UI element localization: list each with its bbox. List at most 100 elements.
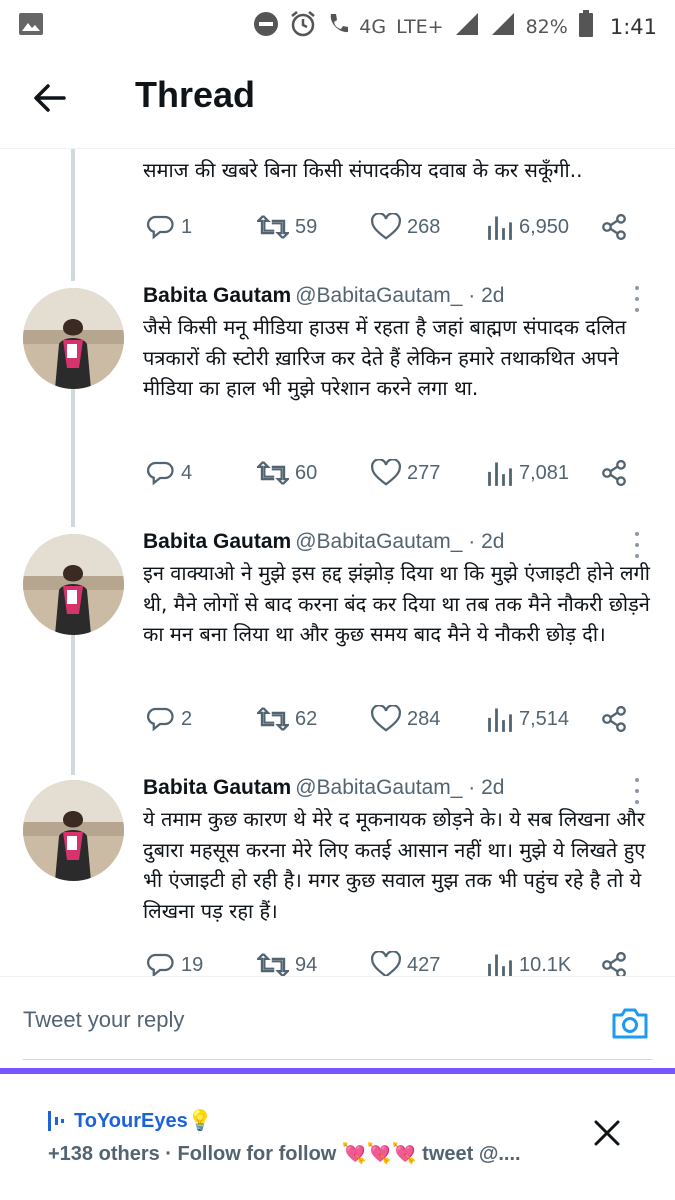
share-button[interactable] xyxy=(600,702,628,736)
avatar[interactable] xyxy=(23,534,124,635)
heart-icon xyxy=(371,213,401,240)
reply-button[interactable]: 1 xyxy=(145,210,192,244)
reply-divider xyxy=(23,1059,653,1060)
reply-icon xyxy=(146,461,174,486)
retweet-icon xyxy=(257,707,289,731)
retweet-button[interactable]: 59 xyxy=(257,210,317,244)
more-options-icon[interactable] xyxy=(630,530,644,560)
share-icon xyxy=(602,705,626,733)
author-name[interactable]: Babita Gautam xyxy=(143,776,291,799)
retweet-icon xyxy=(257,461,289,485)
share-button[interactable] xyxy=(600,456,628,490)
views-button[interactable]: 7,514 xyxy=(487,702,569,736)
tweet-text: ये तमाम कुछ कारण थे मेरे द मूकनायक छोड़न… xyxy=(143,807,646,923)
gallery-icon xyxy=(18,12,44,42)
page-title: Thread xyxy=(135,74,256,115)
views-icon xyxy=(488,708,512,732)
reply-input[interactable]: Tweet your reply xyxy=(23,1007,184,1033)
retweet-button[interactable]: 94 xyxy=(257,948,317,976)
camera-icon[interactable] xyxy=(610,1005,650,1041)
signal-icon-2 xyxy=(490,11,516,42)
signal-icon xyxy=(454,11,480,42)
heart-icon xyxy=(371,951,401,976)
tweet-header: Babita Gautam @BabitaGautam_ · 2d xyxy=(143,530,504,554)
dnd-icon xyxy=(253,11,279,42)
tweet-actions: 1 59 268 6,950 xyxy=(145,210,635,244)
close-icon[interactable] xyxy=(592,1118,626,1152)
views-icon xyxy=(488,216,512,240)
tweet-actions: 2 62 284 7,514 xyxy=(145,702,635,736)
like-count: 284 xyxy=(407,707,441,730)
thread-line xyxy=(71,149,75,281)
battery-percent: 82% xyxy=(525,15,568,38)
share-icon xyxy=(602,459,626,487)
notification-subtitle: +138 others · Follow for follow 💘💘💘 twee… xyxy=(48,1143,521,1165)
avatar[interactable] xyxy=(23,780,124,881)
reply-button[interactable]: 19 xyxy=(145,948,203,976)
views-count: 7,081 xyxy=(519,461,570,484)
tweet-actions: 19 94 427 10.1K xyxy=(145,948,635,976)
tweet-actions: 4 60 277 7,081 xyxy=(145,456,635,490)
retweet-count: 62 xyxy=(295,707,318,730)
author-handle: @BabitaGautam_ · 2d xyxy=(295,284,505,307)
views-button[interactable]: 10.1K xyxy=(487,948,571,976)
views-button[interactable]: 6,950 xyxy=(487,210,569,244)
share-icon xyxy=(602,213,626,241)
retweet-icon xyxy=(257,953,289,976)
retweet-icon xyxy=(257,215,289,239)
retweet-button[interactable]: 60 xyxy=(257,456,317,490)
reply-button[interactable]: 2 xyxy=(145,702,192,736)
views-icon xyxy=(488,462,512,486)
notification-title: ToYourEyes💡 xyxy=(48,1108,213,1133)
reply-icon xyxy=(146,215,174,240)
call-icon xyxy=(327,12,349,41)
author-name[interactable]: Babita Gautam xyxy=(143,530,291,553)
like-button[interactable]: 268 xyxy=(371,210,440,244)
reply-count: 19 xyxy=(181,953,204,976)
clock: 1:41 xyxy=(609,14,657,39)
back-arrow-icon[interactable] xyxy=(32,80,72,120)
like-button[interactable]: 277 xyxy=(371,456,440,490)
reply-count: 4 xyxy=(181,461,193,484)
author-name[interactable]: Babita Gautam xyxy=(143,284,291,307)
reply-icon xyxy=(146,953,174,976)
more-options-icon[interactable] xyxy=(630,776,644,806)
share-button[interactable] xyxy=(600,210,628,244)
retweet-button[interactable]: 62 xyxy=(257,702,317,736)
heart-icon xyxy=(371,705,401,732)
alarm-icon xyxy=(289,10,317,43)
like-button[interactable]: 284 xyxy=(371,702,440,736)
lte-indicator: LTE+ xyxy=(396,15,444,38)
like-button[interactable]: 427 xyxy=(371,948,440,976)
views-count: 10.1K xyxy=(519,953,572,976)
like-count: 427 xyxy=(407,953,441,976)
thread-content: समाज की खबरे बिना किसी संपादकीय दवाब के … xyxy=(0,148,675,976)
reply-count: 2 xyxy=(181,707,193,730)
views-icon xyxy=(488,954,512,976)
heart-icon xyxy=(371,459,401,486)
reply-icon xyxy=(146,707,174,732)
thread-header: Thread xyxy=(0,56,675,146)
avatar[interactable] xyxy=(23,288,124,389)
thread-line xyxy=(71,387,75,527)
battery-icon xyxy=(578,10,594,43)
thread-line xyxy=(71,633,75,775)
retweet-count: 60 xyxy=(295,461,318,484)
share-button[interactable] xyxy=(600,948,628,976)
audio-bars-icon xyxy=(48,1110,64,1131)
network-type: 4G xyxy=(359,15,387,38)
tweet-text: समाज की खबरे बिना किसी संपादकीय दवाब के … xyxy=(143,158,583,182)
share-icon xyxy=(602,951,626,976)
like-count: 277 xyxy=(407,461,441,484)
reply-button[interactable]: 4 xyxy=(145,456,192,490)
tweet-header: Babita Gautam @BabitaGautam_ · 2d xyxy=(143,776,504,800)
views-button[interactable]: 7,081 xyxy=(487,456,569,490)
views-count: 7,514 xyxy=(519,707,570,730)
more-options-icon[interactable] xyxy=(630,284,644,314)
follow-notification[interactable]: ToYourEyes💡 +138 others · Follow for fol… xyxy=(0,1074,675,1200)
retweet-count: 94 xyxy=(295,953,318,976)
author-handle: @BabitaGautam_ · 2d xyxy=(295,530,505,553)
status-bar: 4G LTE+ 82% 1:41 xyxy=(0,0,675,48)
tweet-text: जैसे किसी मनू मीडिया हाउस में रहता है जह… xyxy=(143,315,627,400)
tweet-text: इन वाक्याओ ने मुझे इस हद्द झंझोड़ दिया थ… xyxy=(143,561,650,646)
